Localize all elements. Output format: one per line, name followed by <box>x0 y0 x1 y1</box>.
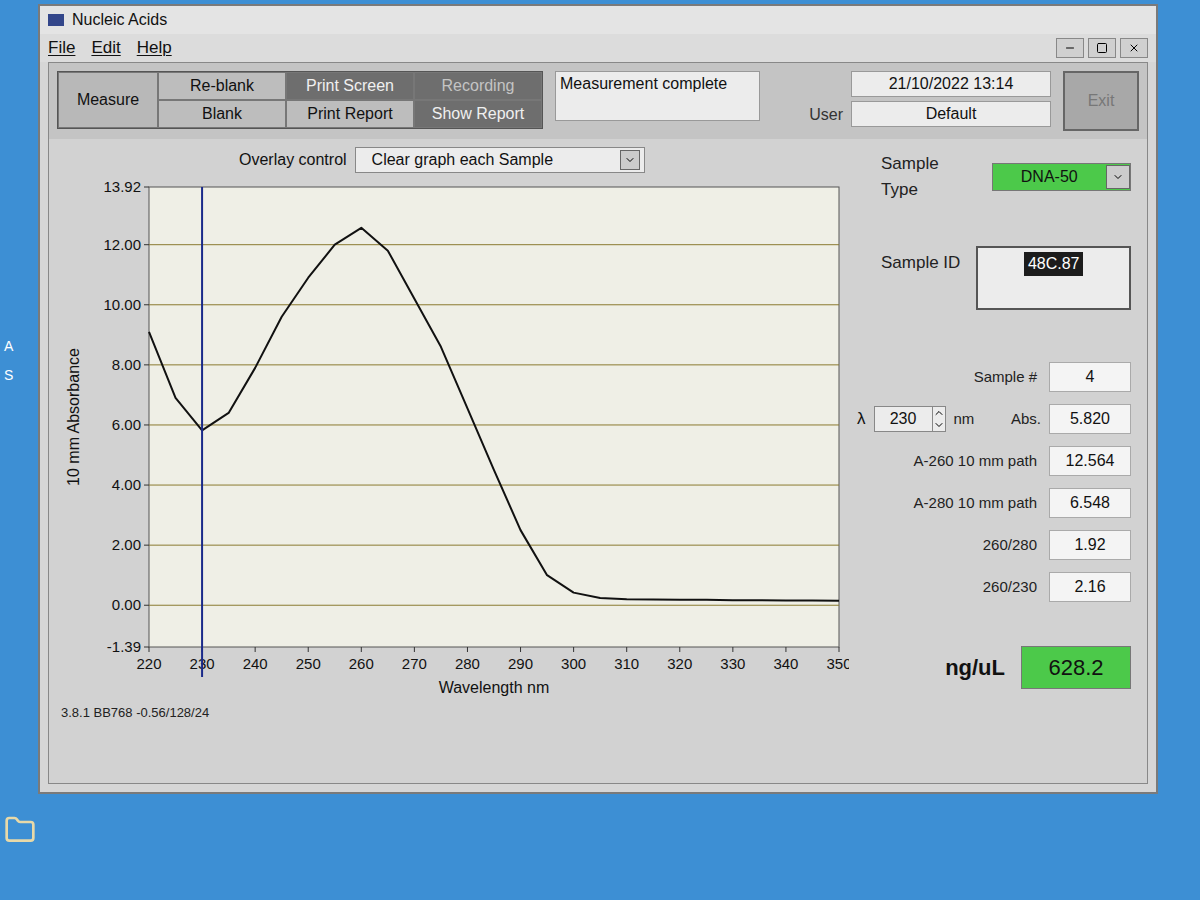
grid-line <box>149 304 839 305</box>
main: Overlay controlClear graph each Sample13… <box>49 139 1147 783</box>
desktop-icon-label[interactable]: S <box>4 365 38 386</box>
menu-bar: File Edit Help <box>40 34 1156 62</box>
x-tick: 240 <box>243 655 268 672</box>
y-tick: 2.00 <box>112 536 141 553</box>
x-tick: 350 <box>826 655 849 672</box>
toolbar-button[interactable]: Show Report <box>414 100 542 128</box>
y-tick: 6.00 <box>112 416 141 433</box>
result-field: A-260 10 mm path12.564 <box>857 446 1131 476</box>
value-box: 5.820 <box>1049 404 1131 434</box>
value-box: 12.564 <box>1049 446 1131 476</box>
concentration-row: ng/uL628.2 <box>857 646 1131 689</box>
toolbar-button[interactable]: Blank <box>158 100 286 128</box>
desktop-icon-label[interactable]: A <box>4 336 38 357</box>
sample-type-dropdown[interactable]: DNA-50 <box>992 163 1131 191</box>
toolbar: MeasureRe-blankBlankPrint ScreenPrint Re… <box>49 63 1147 139</box>
value-box: 1.92 <box>1049 530 1131 560</box>
menu-item[interactable]: Help <box>137 35 172 61</box>
lambda-spinner[interactable]: 230 <box>874 406 946 432</box>
grid-line <box>149 545 839 546</box>
dropdown-icon <box>1112 171 1124 183</box>
grid-line <box>149 424 839 425</box>
grid-line <box>149 244 839 245</box>
footer-text: 3.8.1 BB768 -0.56/128/24 <box>49 703 849 723</box>
app-icon <box>48 14 64 26</box>
chart-panel: Overlay controlClear graph each Sample13… <box>49 139 849 783</box>
result-field: 260/2801.92 <box>857 530 1131 560</box>
menu-item[interactable]: File <box>48 35 75 61</box>
result-field: 260/2302.16 <box>857 572 1131 602</box>
x-axis-title: Wavelength nm <box>439 679 550 696</box>
sample-type-label: Sample Type <box>881 151 980 202</box>
x-tick: 310 <box>614 655 639 672</box>
dropdown-icon <box>624 154 636 166</box>
y-tick: 4.00 <box>112 476 141 493</box>
y-axis-title: 10 mm Absorbance <box>65 348 82 486</box>
maximize-button[interactable] <box>1088 38 1116 58</box>
lambda-row: λ230nmAbs.5.820 <box>857 404 1131 434</box>
overlay-dropdown[interactable]: Clear graph each Sample <box>355 147 645 173</box>
status-box: Measurement complete <box>555 71 760 121</box>
spectrum-chart[interactable]: 13.92 12.00 10.00 8.00 6.00 4.00 2.00 0.00 -1.39… <box>49 173 849 703</box>
toolbar-button[interactable]: Recording <box>414 72 542 100</box>
toolbar-button[interactable]: Re-blank <box>158 72 286 100</box>
minimize-button[interactable] <box>1056 38 1084 58</box>
results-panel: Sample Type DNA-50 Sample ID 48C.87 Sample #… <box>849 139 1147 783</box>
folder-icon[interactable] <box>4 814 36 846</box>
menu-item[interactable]: Edit <box>91 35 120 61</box>
concentration-box: 628.2 <box>1021 646 1131 689</box>
y-tick: 8.00 <box>112 356 141 373</box>
sample-id-field[interactable]: 48C.87 <box>976 246 1131 310</box>
x-tick: 290 <box>508 655 533 672</box>
sample-id-label: Sample ID <box>881 246 960 276</box>
x-tick: 320 <box>667 655 692 672</box>
spin-up-icon[interactable] <box>933 407 945 419</box>
maximize-icon <box>1096 42 1108 54</box>
close-button[interactable] <box>1120 38 1148 58</box>
desktop: ASNucleic AcidsFileEditHelpMeasureRe-bla… <box>0 0 1200 900</box>
grid-line <box>149 605 839 606</box>
datetime-box: 21/10/2022 13:14 <box>851 71 1051 97</box>
window-title: Nucleic Acids <box>72 8 167 32</box>
y-tick: 10.00 <box>103 296 141 313</box>
y-tick: 0.00 <box>112 596 141 613</box>
desktop-strip: AS <box>0 0 38 900</box>
x-tick: 340 <box>773 655 798 672</box>
grid-line <box>149 364 839 365</box>
spectrum-line <box>149 228 839 601</box>
title-bar: Nucleic Acids <box>40 6 1156 34</box>
sample-number: Sample #4 <box>857 362 1131 392</box>
spin-down-icon[interactable] <box>933 419 945 431</box>
x-tick: 300 <box>561 655 586 672</box>
x-tick: 250 <box>296 655 321 672</box>
user-label: User <box>809 103 843 127</box>
overlay-label: Overlay control <box>239 148 347 172</box>
minimize-icon <box>1064 42 1076 54</box>
plot-area <box>149 187 839 647</box>
x-tick: 330 <box>720 655 745 672</box>
x-tick: 260 <box>349 655 374 672</box>
x-tick: 270 <box>402 655 427 672</box>
toolbar-button[interactable]: Print Screen <box>286 72 414 100</box>
grid-line <box>149 485 839 486</box>
toolbar-button[interactable]: Print Report <box>286 100 414 128</box>
x-tick: 220 <box>136 655 161 672</box>
user-box: Default <box>851 101 1051 127</box>
result-field: A-280 10 mm path6.548 <box>857 488 1131 518</box>
app-window: Nucleic AcidsFileEditHelpMeasureRe-blank… <box>38 4 1158 794</box>
wavelength-cursor[interactable] <box>201 187 203 677</box>
value-box: 2.16 <box>1049 572 1131 602</box>
exit-button[interactable]: Exit <box>1063 71 1139 131</box>
value-box: 6.548 <box>1049 488 1131 518</box>
value-box: 4 <box>1049 362 1131 392</box>
measure-button[interactable]: Measure <box>58 72 158 128</box>
close-icon <box>1128 42 1140 54</box>
y-tick: 12.00 <box>103 236 141 253</box>
y-tick: -1.39 <box>107 638 141 655</box>
x-tick: 280 <box>455 655 480 672</box>
y-tick: 13.92 <box>103 178 141 195</box>
content: MeasureRe-blankBlankPrint ScreenPrint Re… <box>48 62 1148 784</box>
